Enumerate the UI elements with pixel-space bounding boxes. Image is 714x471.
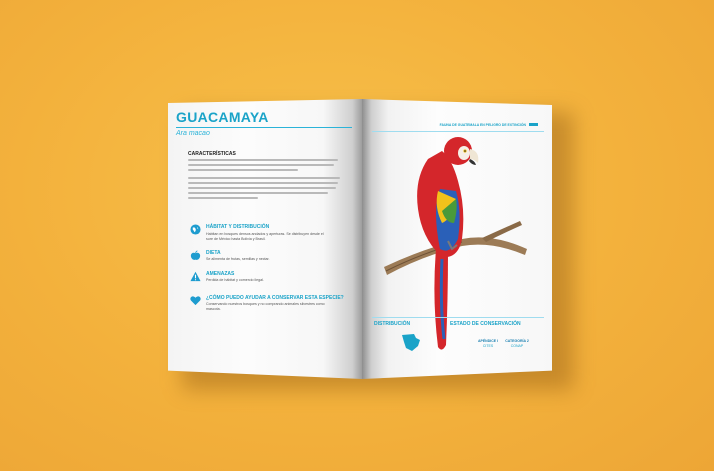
apple-icon (190, 250, 201, 260)
section-text-threats: Perdida de hábitat y comercio ilegal. (206, 278, 264, 282)
section-title-diet: DIETA (206, 250, 221, 256)
conservation-label: ESTADO DE CONSERVACIÓN (450, 321, 521, 327)
status-sub-cites: CITES (482, 344, 494, 348)
section-text-help: Conservando nuestros bosques y no compra… (206, 302, 325, 311)
characteristics-title: CARACTERÍSTICAS (188, 151, 236, 157)
globe-icon (190, 224, 201, 235)
scientific-name: Ara macao (176, 130, 210, 137)
heart-icon (190, 296, 201, 306)
status-label-cites: APÉNDICE I (477, 339, 499, 343)
page-title: GUACAMAYA (176, 109, 269, 125)
title-rule (176, 127, 352, 128)
distribution-map (402, 334, 420, 351)
status-sub-conap: CONAP (510, 344, 524, 348)
bottom-rule (372, 317, 544, 318)
macaw-illustration (384, 137, 527, 350)
left-page: GUACAMAYA Ara macao CARACTERÍSTICAS HÁBI… (168, 99, 362, 379)
section-title-help: ¿CÓMO PUEDO AYUDAR A CONSERVAR ESTA ESPE… (206, 295, 344, 301)
distribution-label: DISTRIBUCIÓN (374, 321, 411, 327)
section-title-threats: AMENAZAS (206, 271, 235, 277)
warning-icon (190, 271, 201, 282)
status-label-conap: CATEGORÍA 2 (505, 339, 529, 343)
section-text-habitat: Habitan en bosques densos andados y aper… (206, 232, 324, 241)
section-title-habitat: HÁBITAT Y DISTRIBUCIÓN (206, 224, 270, 230)
section-text-diet: Se alimenta de frutas, semillas y nectar… (206, 257, 270, 261)
right-page: FAUNA DE GUATEMALA EN PELIGRO DE EXTINCI… (362, 99, 552, 379)
